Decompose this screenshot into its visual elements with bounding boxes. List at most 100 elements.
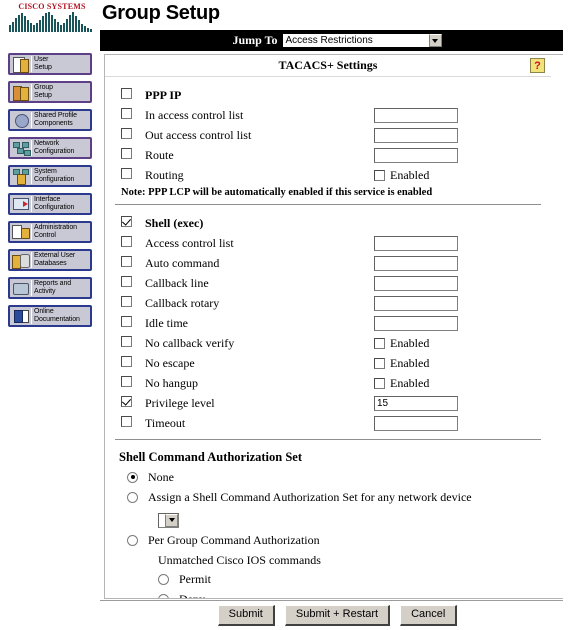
auth-option-none-radio[interactable] <box>127 471 138 483</box>
shell-callback-rotary-input[interactable] <box>374 295 458 311</box>
shell-no-callback-verify-enabled-checkbox[interactable] <box>374 337 385 349</box>
auth-option-assign-label: Assign a Shell Command Authorization Set… <box>148 489 472 504</box>
shell-no-hangup-label: No hangup <box>145 375 198 390</box>
sidebar-item-user-setup[interactable]: User Setup <box>8 53 92 75</box>
submit-restart-button[interactable]: Submit + Restart <box>284 605 391 626</box>
sidebar-item-network-configuration[interactable]: Network Configuration <box>8 137 92 159</box>
auth-option-assign-radio[interactable] <box>127 491 138 503</box>
shell-timeout-label: Timeout <box>145 415 186 430</box>
main-content: Group Setup Jump To Access Restrictions … <box>100 0 575 630</box>
shell-no-callback-verify-checkbox[interactable] <box>121 336 132 347</box>
shell-idle-time-checkbox[interactable] <box>121 316 132 327</box>
unmatched-permit-radio[interactable] <box>158 574 169 585</box>
settings-form: PPP IP In access control list Out access… <box>105 77 551 599</box>
shell-callback-line-row: Callback line <box>113 273 543 293</box>
sidebar-nav: User Setup Group Setup Shared Profile Co… <box>8 53 92 333</box>
shell-callback-line-label: Callback line <box>145 275 209 290</box>
shell-no-escape-row: No escape Enabled <box>113 353 543 373</box>
auth-option-per-group-label: Per Group Command Authorization <box>148 533 320 547</box>
auth-option-per-group-radio[interactable] <box>127 535 138 546</box>
nav-divider <box>31 168 32 184</box>
shell-callback-line-input[interactable] <box>374 275 458 291</box>
enabled-label: Enabled <box>390 355 430 370</box>
shell-acl-input[interactable] <box>374 235 458 251</box>
sidebar-item-label: Shared Profile Components <box>34 112 77 127</box>
sidebar-item-system-configuration[interactable]: System Configuration <box>8 165 92 187</box>
ppp-routing-row: Routing Enabled <box>113 165 543 185</box>
shell-auto-command-input[interactable] <box>374 255 458 271</box>
auth-option-none-row[interactable]: None <box>127 467 543 487</box>
shell-no-callback-verify-row: No callback verify Enabled <box>113 333 543 353</box>
user-setup-icon <box>11 55 31 73</box>
unmatched-deny-radio[interactable] <box>158 594 169 598</box>
ppp-routing-checkbox[interactable] <box>121 168 132 179</box>
ppp-out-acl-input[interactable] <box>374 127 458 143</box>
sidebar-item-external-user-databases[interactable]: External User Databases <box>8 249 92 271</box>
shell-no-hangup-row: No hangup Enabled <box>113 373 543 393</box>
ppp-routing-enabled-label: Enabled <box>390 167 430 182</box>
jump-to-label: Jump To <box>232 33 278 47</box>
sidebar-item-reports-and-activity[interactable]: Reports and Activity <box>8 277 92 299</box>
shell-exec-header-row: Shell (exec) <box>113 213 543 233</box>
shell-command-authorization-title: Shell Command Authorization Set <box>119 450 303 464</box>
shell-no-hangup-checkbox[interactable] <box>121 376 132 387</box>
ppp-in-acl-checkbox[interactable] <box>121 108 132 119</box>
system-config-icon <box>11 167 31 185</box>
unmatched-deny-label: Deny <box>179 592 205 599</box>
shell-timeout-checkbox[interactable] <box>121 416 132 427</box>
cancel-button[interactable]: Cancel <box>400 605 458 626</box>
shell-callback-rotary-checkbox[interactable] <box>121 296 132 307</box>
sidebar-item-interface-configuration[interactable]: Interface Configuration <box>8 193 92 215</box>
ppp-route-input[interactable] <box>374 147 458 163</box>
sidebar-item-group-setup[interactable]: Group Setup <box>8 81 92 103</box>
shell-acl-checkbox[interactable] <box>121 236 132 247</box>
auth-option-per-group-row[interactable]: Per Group Command Authorization <box>127 531 543 551</box>
sidebar-item-online-documentation[interactable]: Online Documentation <box>8 305 92 327</box>
sidebar-item-administration-control[interactable]: Administration Control <box>8 221 92 243</box>
settings-panel: TACACS+ Settings ? PPP IP In access cont… <box>104 54 575 599</box>
shell-no-hangup-enabled-checkbox[interactable] <box>374 377 385 389</box>
enabled-label: Enabled <box>390 335 430 350</box>
ppp-in-acl-input[interactable] <box>374 107 458 123</box>
unmatched-deny-row[interactable]: Deny <box>158 590 543 599</box>
ppp-route-row: Route <box>113 145 543 165</box>
jump-to-select[interactable]: Access Restrictions <box>281 33 443 48</box>
chevron-down-icon[interactable] <box>165 513 178 527</box>
shell-no-callback-verify-label: No callback verify <box>145 335 235 350</box>
shell-idle-time-input[interactable] <box>374 315 458 331</box>
help-icon[interactable]: ? <box>530 58 545 73</box>
auth-set-select[interactable] <box>158 512 179 528</box>
unmatched-permit-row[interactable]: Permit <box>158 570 543 590</box>
ppp-in-acl-row: In access control list <box>113 105 543 125</box>
shell-exec-checkbox[interactable] <box>121 216 132 227</box>
jump-to-selected-value: Access Restrictions <box>285 35 373 46</box>
shell-no-escape-checkbox[interactable] <box>121 356 132 367</box>
shell-auto-command-checkbox[interactable] <box>121 256 132 267</box>
sidebar-item-label: System Configuration <box>34 168 75 183</box>
shell-privilege-level-input[interactable]: 15 <box>374 395 458 411</box>
sidebar-item-shared-profile-components[interactable]: Shared Profile Components <box>8 109 92 131</box>
ppp-out-acl-checkbox[interactable] <box>121 128 132 139</box>
nav-divider <box>31 224 32 240</box>
ppp-ip-checkbox[interactable] <box>121 88 132 99</box>
chevron-down-icon[interactable] <box>428 34 442 47</box>
sidebar-item-label: User Setup <box>34 56 52 71</box>
submit-button[interactable]: Submit <box>217 605 275 626</box>
sidebar-item-label: Group Setup <box>34 84 53 99</box>
shell-auto-command-row: Auto command <box>113 253 543 273</box>
window-scrollbar-column[interactable] <box>563 0 575 630</box>
shell-no-escape-enabled-checkbox[interactable] <box>374 357 385 369</box>
ppp-route-checkbox[interactable] <box>121 148 132 159</box>
ppp-routing-enabled-checkbox[interactable] <box>374 169 385 181</box>
shell-privilege-level-checkbox[interactable] <box>121 396 132 407</box>
shell-callback-rotary-row: Callback rotary <box>113 293 543 313</box>
ppp-route-label: Route <box>145 147 174 162</box>
form-button-bar: Submit Submit + Restart Cancel <box>100 600 575 630</box>
cisco-systems-logo: CISCO SYSTEMS <box>9 2 95 34</box>
shell-callback-line-checkbox[interactable] <box>121 276 132 287</box>
auth-option-assign-row[interactable]: Assign a Shell Command Authorization Set… <box>127 487 543 507</box>
sidebar-item-label: Administration Control <box>34 224 77 239</box>
shell-acl-label: Access control list <box>145 235 234 250</box>
shell-timeout-input[interactable] <box>374 415 458 431</box>
shell-idle-time-label: Idle time <box>145 315 188 330</box>
